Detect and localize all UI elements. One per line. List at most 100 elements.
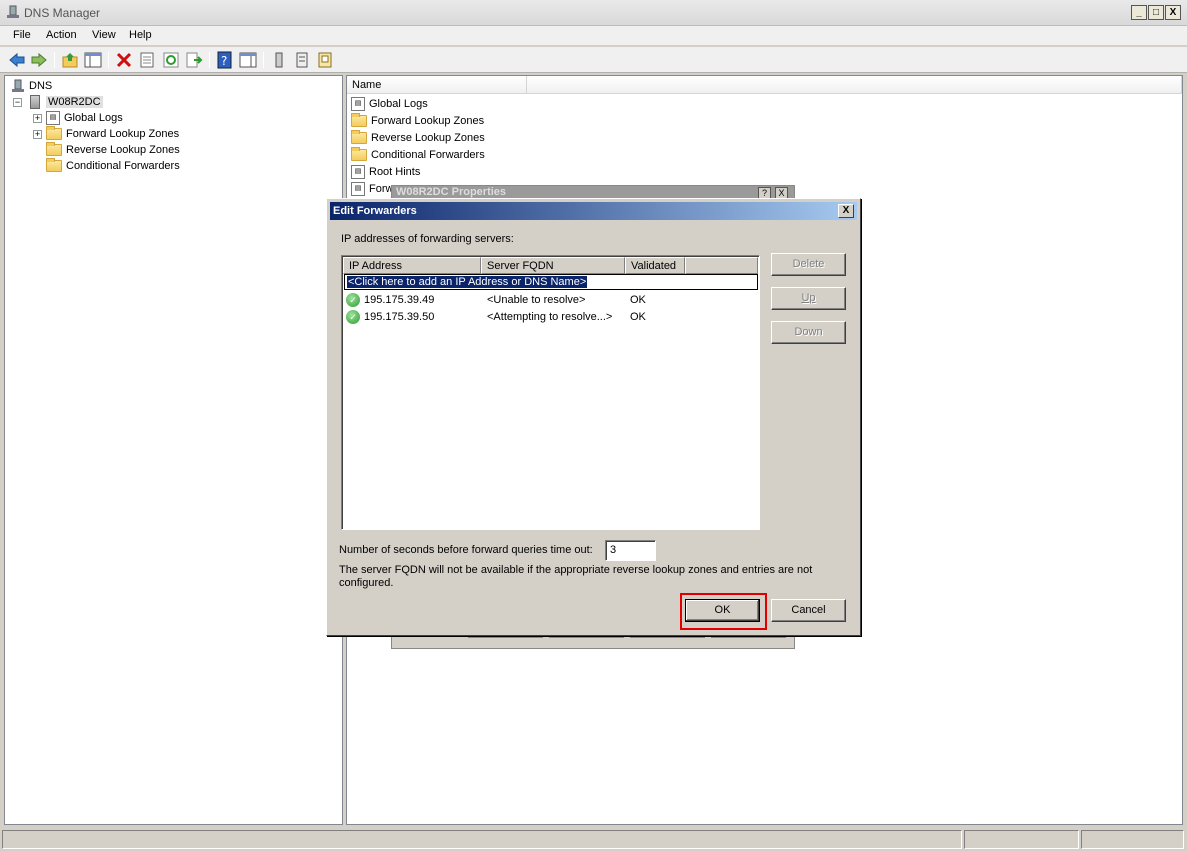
folder-icon	[46, 126, 62, 140]
server-icon[interactable]	[270, 51, 288, 69]
log-icon: ▤	[46, 111, 60, 125]
add-forwarder-row[interactable]: <Click here to add an IP Address or DNS …	[344, 274, 758, 290]
tree-item-conditional-forwarders[interactable]: Conditional Forwarders	[46, 158, 180, 174]
column-header-ip-address[interactable]: IP Address	[343, 257, 481, 274]
list-item[interactable]: Conditional Forwarders	[351, 146, 485, 163]
expand-icon[interactable]: +	[33, 129, 42, 139]
menu-file[interactable]: File	[13, 29, 31, 41]
tree-label: Forward Lookup Zones	[66, 128, 180, 140]
validated-cell: OK	[630, 294, 646, 306]
list-item-label: Root Hints	[369, 165, 421, 178]
toolbar-separator	[263, 52, 264, 68]
fqdn-cell: <Attempting to resolve...>	[487, 311, 613, 323]
dialog-title-text: Edit Forwarders	[333, 205, 417, 217]
tree-label: Conditional Forwarders	[66, 160, 180, 172]
folder-icon	[351, 129, 367, 144]
dns-icon	[12, 79, 24, 92]
forwarding-servers-label: IP addresses of forwarding servers:	[341, 233, 514, 245]
column-header-empty	[527, 76, 1182, 94]
folder-icon	[46, 158, 62, 172]
status-cell	[1081, 830, 1184, 849]
column-header-name[interactable]: Name	[347, 76, 527, 94]
up-button[interactable]: Up	[771, 287, 846, 310]
list-item[interactable]: Reverse Lookup Zones	[351, 129, 485, 146]
up-folder-icon[interactable]	[61, 51, 79, 69]
menu-bar: File Action View Help	[0, 26, 1187, 46]
toolbar-separator	[54, 52, 55, 68]
tree-item-forward-lookup-zones[interactable]: + Forward Lookup Zones	[33, 126, 179, 142]
list-item[interactable]: ▤ Root Hints	[351, 163, 420, 180]
fqdn-note-line1: The server FQDN will not be available if…	[339, 564, 813, 576]
edit-forwarders-dialog: Edit Forwarders X IP addresses of forwar…	[326, 198, 861, 636]
cancel-button[interactable]: Cancel	[771, 599, 846, 622]
document-icon: ▤	[351, 181, 365, 196]
tree-label: Reverse Lookup Zones	[66, 144, 180, 156]
dialog-title: Edit Forwarders X	[330, 202, 857, 220]
dialog-close-button[interactable]: X	[838, 204, 854, 218]
maximize-button[interactable]: □	[1148, 5, 1164, 20]
console-tree: DNS − W08R2DC + ▤ Global Logs + Forward …	[4, 75, 343, 825]
fqdn-cell: <Unable to resolve>	[487, 294, 586, 306]
collapse-icon[interactable]: −	[13, 97, 22, 107]
status-cell	[964, 830, 1079, 849]
fqdn-note-line2: configured.	[339, 577, 394, 589]
list-item-label: Conditional Forwarders	[371, 148, 485, 161]
list-item[interactable]: Forward Lookup Zones	[351, 112, 484, 129]
toolbar: ?	[0, 47, 1187, 73]
ok-button[interactable]: OK	[685, 599, 760, 622]
toolbar-separator	[108, 52, 109, 68]
list-item-label: Global Logs	[369, 97, 428, 110]
ip-address-cell: 195.175.39.49	[364, 294, 435, 306]
export-list-icon[interactable]	[185, 51, 203, 69]
refresh-icon[interactable]	[162, 51, 180, 69]
close-button[interactable]: X	[1165, 5, 1181, 20]
check-icon: ✓	[346, 310, 360, 324]
window-title: DNS Manager	[24, 6, 101, 20]
server-icon	[30, 95, 40, 109]
expand-icon[interactable]: +	[33, 113, 42, 123]
help-icon[interactable]: ?	[216, 51, 234, 69]
back-arrow-icon[interactable]	[8, 51, 26, 69]
forwarders-list[interactable]: IP Address Server FQDN Validated <Click …	[341, 255, 760, 530]
table-row[interactable]: ✓ 195.175.39.49 <Unable to resolve> OK	[346, 292, 756, 308]
list-item[interactable]: ▤ Forw	[351, 180, 393, 197]
status-cell	[2, 830, 962, 849]
add-forwarder-placeholder[interactable]: <Click here to add an IP Address or DNS …	[347, 276, 588, 288]
minimize-button[interactable]: _	[1131, 5, 1147, 20]
action-pane-icon[interactable]	[239, 51, 257, 69]
check-icon: ✓	[346, 293, 360, 307]
properties-icon[interactable]	[138, 51, 156, 69]
column-header-empty	[685, 257, 758, 274]
tree-item-dns[interactable]: DNS	[11, 78, 52, 94]
tree-label: Global Logs	[64, 112, 123, 124]
list-item[interactable]: ▤ Global Logs	[351, 95, 428, 112]
tree-label: DNS	[29, 80, 53, 92]
dns-app-icon	[7, 5, 19, 18]
log-icon: ▤	[351, 96, 365, 111]
tree-item-global-logs[interactable]: + ▤ Global Logs	[33, 110, 123, 126]
list-item-label: Forward Lookup Zones	[371, 114, 485, 127]
delete-button[interactable]: Delete	[771, 253, 846, 276]
zone-icon[interactable]	[316, 51, 334, 69]
timeout-input[interactable]: 3	[605, 540, 656, 561]
folder-icon	[351, 146, 367, 161]
timeout-label: Number of seconds before forward queries…	[339, 544, 593, 556]
tree-item-reverse-lookup-zones[interactable]: Reverse Lookup Zones	[46, 142, 180, 158]
menu-help[interactable]: Help	[129, 29, 152, 41]
forward-arrow-icon[interactable]	[30, 51, 48, 69]
delete-icon[interactable]	[115, 51, 133, 69]
toolbar-separator	[209, 52, 210, 68]
menu-action[interactable]: Action	[46, 29, 77, 41]
table-row[interactable]: ✓ 195.175.39.50 <Attempting to resolve..…	[346, 309, 756, 325]
records-icon[interactable]	[293, 51, 311, 69]
menu-view[interactable]: View	[92, 29, 116, 41]
column-header-validated[interactable]: Validated	[625, 257, 685, 274]
tree-label: W08R2DC	[46, 96, 103, 108]
list-item-label: Forw	[369, 182, 394, 195]
ip-address-cell: 195.175.39.50	[364, 311, 435, 323]
folder-icon	[351, 112, 367, 127]
down-button[interactable]: Down	[771, 321, 846, 344]
show-hide-tree-icon[interactable]	[84, 51, 102, 69]
tree-item-server[interactable]: − W08R2DC	[13, 94, 103, 110]
column-header-server-fqdn[interactable]: Server FQDN	[481, 257, 625, 274]
